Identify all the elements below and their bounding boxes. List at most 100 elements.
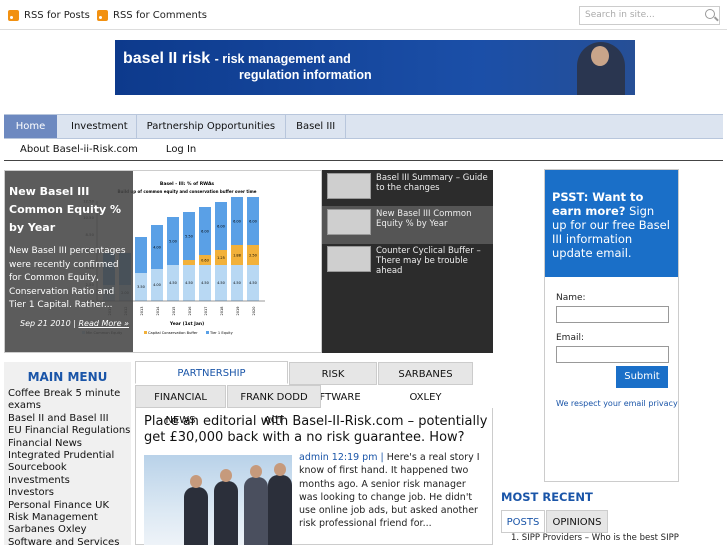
chart-legend-label: Tier 1 Equity bbox=[209, 331, 234, 335]
nav-investment[interactable]: Investment bbox=[57, 115, 136, 138]
signup-widget: PSST: Want to earn more? Sign up for our… bbox=[544, 169, 679, 482]
chart-category-label: 2020 bbox=[252, 307, 256, 316]
main-menu-item[interactable]: Personal Finance UK bbox=[4, 500, 131, 512]
post-title[interactable]: Place an editorial with Basel-II-Risk.co… bbox=[144, 414, 489, 446]
main-menu-item[interactable]: EU Financial Regulations bbox=[4, 425, 131, 437]
chart-tier-label: 5.50 bbox=[185, 234, 193, 238]
chart-legend-swatch bbox=[206, 331, 209, 334]
main-menu-item[interactable]: Software and Services bbox=[4, 537, 131, 549]
chart-category-label: 2018 bbox=[220, 307, 224, 316]
search-icon[interactable] bbox=[705, 9, 715, 19]
featured-overlay: New Basel III Common Equity % by Year Ne… bbox=[5, 171, 133, 352]
chart-value-label: 4.00 bbox=[153, 283, 161, 287]
post-meta[interactable]: admin 12:19 pm | bbox=[299, 452, 384, 463]
site-banner[interactable]: basel II risk - risk management and regu… bbox=[115, 40, 635, 95]
chart-bar-tier bbox=[135, 237, 147, 273]
main-menu-item[interactable]: Investors bbox=[4, 487, 131, 499]
chart-legend-label: Capital Conservation Buffer bbox=[148, 331, 198, 335]
banner-brand: basel II risk bbox=[123, 50, 211, 67]
person-head bbox=[274, 463, 286, 476]
chart-value-label: 4.50 bbox=[249, 281, 257, 285]
main-menu-item[interactable]: Risk Management bbox=[4, 512, 131, 524]
rss-comments-link[interactable]: RSS for Comments bbox=[97, 10, 207, 21]
email-field[interactable] bbox=[556, 346, 669, 363]
rss-posts-link[interactable]: RSS for Posts bbox=[8, 10, 90, 21]
person-head bbox=[250, 465, 262, 478]
main-menu-item[interactable]: Coffee Break 5 minute exams bbox=[4, 388, 131, 413]
chart-legend-swatch bbox=[144, 331, 147, 334]
chart-tier-label: 6.00 bbox=[201, 229, 209, 233]
tab-frank-dodd-act[interactable]: FRANK DODD ACT bbox=[227, 385, 321, 426]
submit-button[interactable]: Submit bbox=[616, 366, 668, 388]
slider-item[interactable]: Basel III Summary – Guide to the changes bbox=[322, 170, 493, 208]
chart-title: Basel - III: % of RWAs bbox=[160, 181, 215, 187]
main-menu-item[interactable]: Integrated Prudential Sourcebook bbox=[4, 450, 131, 475]
most-recent-heading: MOST RECENT bbox=[501, 490, 593, 504]
banner-person-image bbox=[577, 42, 625, 95]
chart-subtitle: Build up of common equity and conservati… bbox=[117, 189, 256, 194]
privacy-note: We respect your email privacy bbox=[556, 399, 678, 408]
rss-icon bbox=[97, 10, 108, 21]
chart-category-label: 2017 bbox=[204, 307, 208, 316]
tab-partnership-opportunities[interactable]: PARTNERSHIP OPPORTUNITIES bbox=[135, 361, 288, 402]
featured-description: New Basel III percentages were recently … bbox=[9, 246, 126, 310]
chart-category-label: 2013 bbox=[140, 307, 144, 316]
chart-tier-label: 6.00 bbox=[233, 219, 241, 223]
chart-buffer-label: 1.88 bbox=[233, 253, 241, 257]
chart-value-label: 4.50 bbox=[233, 281, 241, 285]
chart-value-label: 4.50 bbox=[201, 281, 209, 285]
banner-tagline-1: - risk management and bbox=[214, 52, 351, 66]
chart-value-label: 4.50 bbox=[169, 281, 177, 285]
featured-post[interactable]: Basel - III: % of RWAs Build up of commo… bbox=[4, 170, 322, 353]
chart-bar-buffer bbox=[183, 260, 195, 265]
person-head bbox=[220, 469, 232, 482]
chart-value-label: 4.50 bbox=[217, 281, 225, 285]
slider-thumbnail bbox=[327, 246, 371, 272]
tab-posts[interactable]: POSTS bbox=[501, 510, 545, 533]
slider-thumbnail bbox=[327, 209, 371, 235]
chart-tier-label: 6.00 bbox=[217, 224, 225, 228]
rss-posts-label: RSS for Posts bbox=[24, 10, 90, 21]
nav-login[interactable]: Log In bbox=[154, 141, 212, 160]
tab-sarbanes-oxley[interactable]: SARBANES OXLEY bbox=[378, 362, 473, 403]
nav-partnership-opportunities[interactable]: Partnership Opportunities bbox=[137, 115, 285, 138]
nav-home[interactable]: Home bbox=[4, 115, 57, 138]
chart-xlabel: Year (1st Jan) bbox=[169, 321, 204, 327]
featured-title[interactable]: New Basel III Common Equity % by Year bbox=[9, 183, 129, 237]
featured-meta: Sep 21 2010 | Read More » bbox=[9, 319, 129, 328]
nav-about[interactable]: About Basel-ii-Risk.com bbox=[4, 141, 154, 160]
banner-tagline-2: regulation information bbox=[239, 68, 372, 82]
rss-icon bbox=[8, 10, 19, 21]
main-menu-item[interactable]: Financial News bbox=[4, 438, 131, 450]
recent-list-item[interactable]: 1. SIPP Providers – Who is the best SIPP bbox=[501, 533, 723, 543]
main-menu-item[interactable]: Sarbanes Oxley bbox=[4, 524, 131, 536]
chart-category-label: 2015 bbox=[172, 307, 176, 316]
main-menu-heading: MAIN MENU bbox=[27, 370, 108, 384]
main-menu-item[interactable]: Investments bbox=[4, 475, 131, 487]
slider-item-label: New Basel III Common Equity % by Year bbox=[376, 209, 472, 229]
featured-date: Sep 21 2010 | bbox=[20, 318, 76, 328]
post-excerpt: admin 12:19 pm | Here's a real story I k… bbox=[299, 451, 486, 531]
post-image[interactable] bbox=[144, 455, 292, 545]
main-menu-item[interactable]: Basel II and Basel III bbox=[4, 413, 131, 425]
chart-buffer-label: 2.50 bbox=[249, 253, 257, 257]
person-figure bbox=[268, 475, 292, 545]
main-menu: MAIN MENU Coffee Break 5 minute exams Bas… bbox=[4, 362, 131, 548]
search-input[interactable]: Search in site... bbox=[579, 6, 720, 25]
nav-basel-iii[interactable]: Basel III bbox=[286, 115, 345, 138]
person-figure bbox=[214, 481, 238, 545]
primary-nav: Home Investment Partnership Opportunitie… bbox=[4, 114, 723, 139]
slider-item-label: Basel III Summary – Guide to the changes bbox=[376, 173, 488, 193]
slider-item-selected[interactable]: New Basel III Common Equity % by Year bbox=[322, 206, 493, 244]
tab-opinions[interactable]: OPINIONS bbox=[546, 510, 608, 533]
search-placeholder: Search in site... bbox=[585, 10, 655, 20]
chart-category-label: 2016 bbox=[188, 307, 192, 316]
read-more-link[interactable]: Read More » bbox=[79, 319, 130, 328]
tab-risk-software[interactable]: RISK SOFTWARE bbox=[289, 362, 377, 403]
slider-item[interactable]: Counter Cyclical Buffer – There may be t… bbox=[322, 243, 493, 281]
post-body: Here's a real story I know of first hand… bbox=[299, 452, 480, 530]
tab-post: Place an editorial with Basel-II-Risk.co… bbox=[135, 408, 493, 545]
name-field[interactable] bbox=[556, 306, 669, 323]
rss-comments-label: RSS for Comments bbox=[113, 10, 207, 21]
tab-financial-news[interactable]: FINANCIAL NEWS bbox=[135, 385, 226, 426]
